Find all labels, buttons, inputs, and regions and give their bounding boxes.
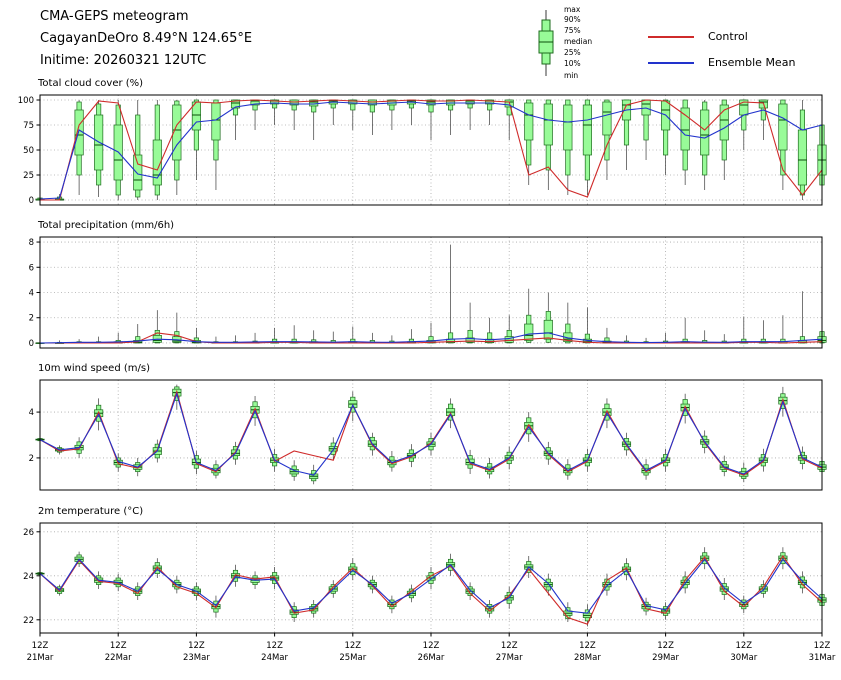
x-tick-label-hour: 12Z [32, 641, 49, 651]
legend-label-max: max [564, 6, 580, 14]
y-tick-label: 22 [23, 616, 34, 626]
panel-total-precipitation: 0 2 4 6 8 [29, 237, 827, 349]
box-25-75 [701, 110, 709, 155]
legend-label-25: 25% [564, 49, 581, 57]
x-tick-label-date: 21Mar [27, 653, 54, 663]
box-25-75 [798, 130, 806, 185]
y-tick-label: 50 [23, 146, 34, 156]
x-tick-label-hour: 12Z [501, 641, 518, 651]
box-25-75 [525, 324, 533, 340]
control-line-swatch [648, 36, 694, 38]
panel-title-cloud-cover: Total cloud cover (%) [38, 78, 143, 89]
legend-ensemble-mean-label: Ensemble Mean [708, 56, 795, 69]
y-tick-label: 25 [23, 171, 34, 181]
panel-title-wind-speed: 10m wind speed (m/s) [38, 363, 150, 374]
x-tick-label-date: 30Mar [730, 653, 757, 663]
box-25-75 [75, 110, 83, 155]
y-tick-label: 6 [29, 263, 34, 273]
panel-temperature-2m: 22 24 26 12Z 21Mar 12Z 22Mar 12Z 23Mar 12Z 24Mar 12… [23, 523, 836, 663]
x-tick-label-date: 28Mar [574, 653, 601, 663]
x-tick-label-hour: 12Z [814, 641, 831, 651]
y-tick-label: 100 [18, 96, 34, 106]
x-tick-label-date: 22Mar [105, 653, 132, 663]
y-tick-label: 4 [29, 408, 34, 418]
page-title: CMA-GEPS meteogram [40, 6, 252, 28]
meteogram: 0255075100024682422242612Z21Mar12Z22Mar1… [0, 0, 841, 680]
legend-label-median: median [564, 38, 592, 46]
ensemble-mean-line-swatch [648, 62, 694, 64]
x-tick-label-date: 27Mar [496, 653, 523, 663]
x-tick-label-hour: 12Z [110, 641, 127, 651]
x-tick-label-hour: 12Z [344, 641, 361, 651]
panel-title-temperature: 2m temperature (°C) [38, 506, 143, 517]
box-25-75 [544, 320, 552, 339]
box-25-75 [134, 155, 142, 190]
y-tick-label: 2 [29, 454, 34, 464]
legend-label-75: 75% [564, 27, 581, 35]
y-tick-label: 24 [23, 572, 34, 582]
y-tick-label: 0 [29, 339, 34, 349]
legend-entry-ensemble-mean: Ensemble Mean [648, 56, 795, 69]
x-tick-label-date: 24Mar [261, 653, 288, 663]
y-tick-label: 4 [29, 289, 34, 299]
x-tick-label-hour: 12Z [579, 641, 596, 651]
box-25-75 [564, 105, 572, 150]
x-tick-label-hour: 12Z [657, 641, 674, 651]
x-tick-label-date: 25Mar [339, 653, 366, 663]
box-25-75 [212, 103, 220, 140]
x-tick-label-hour: 12Z [188, 641, 205, 651]
panel-title-precipitation: Total precipitation (mm/6h) [38, 220, 174, 231]
panel-wind-speed-10m: 24 [29, 380, 827, 490]
x-tick-label-date: 26Mar [418, 653, 445, 663]
x-tick-label-hour: 12Z [735, 641, 752, 651]
meteogram-charts: 0255075100024682422242612Z21Mar12Z22Mar1… [0, 0, 841, 680]
y-tick-label: 75 [23, 121, 34, 131]
legend-control-label: Control [708, 30, 748, 43]
x-tick-label-date: 23Mar [183, 653, 210, 663]
y-tick-label: 8 [29, 238, 34, 248]
x-tick-label-date: 31Mar [809, 653, 836, 663]
x-tick-label-hour: 12Z [423, 641, 440, 651]
legend-label-10: 10% [564, 60, 581, 68]
legend-label-min: min [564, 72, 578, 80]
box-25-75 [779, 104, 787, 150]
box-25-75 [681, 108, 689, 150]
box-25-75 [525, 103, 533, 140]
y-tick-label: 0 [29, 196, 34, 206]
x-tick-label-hour: 12Z [266, 641, 283, 651]
boxplot-legend-icon [536, 8, 558, 80]
legend-entry-control: Control [648, 30, 748, 43]
y-tick-label: 2 [29, 314, 34, 324]
header: CMA-GEPS meteogram CagayanDeOro 8.49°N 1… [40, 6, 252, 72]
box-25-75 [583, 105, 591, 155]
box-25-75 [603, 102, 611, 135]
box-25-75 [544, 104, 552, 145]
legend-label-90: 90% [564, 16, 581, 24]
inittime-line: Initime: 20260321 12UTC [40, 50, 252, 72]
panel-total-cloud-cover: 0 25 50 75 100 [18, 95, 826, 206]
y-tick-label: 26 [23, 528, 34, 538]
location-line: CagayanDeOro 8.49°N 124.65°E [40, 28, 252, 50]
x-tick-label-date: 29Mar [652, 653, 679, 663]
